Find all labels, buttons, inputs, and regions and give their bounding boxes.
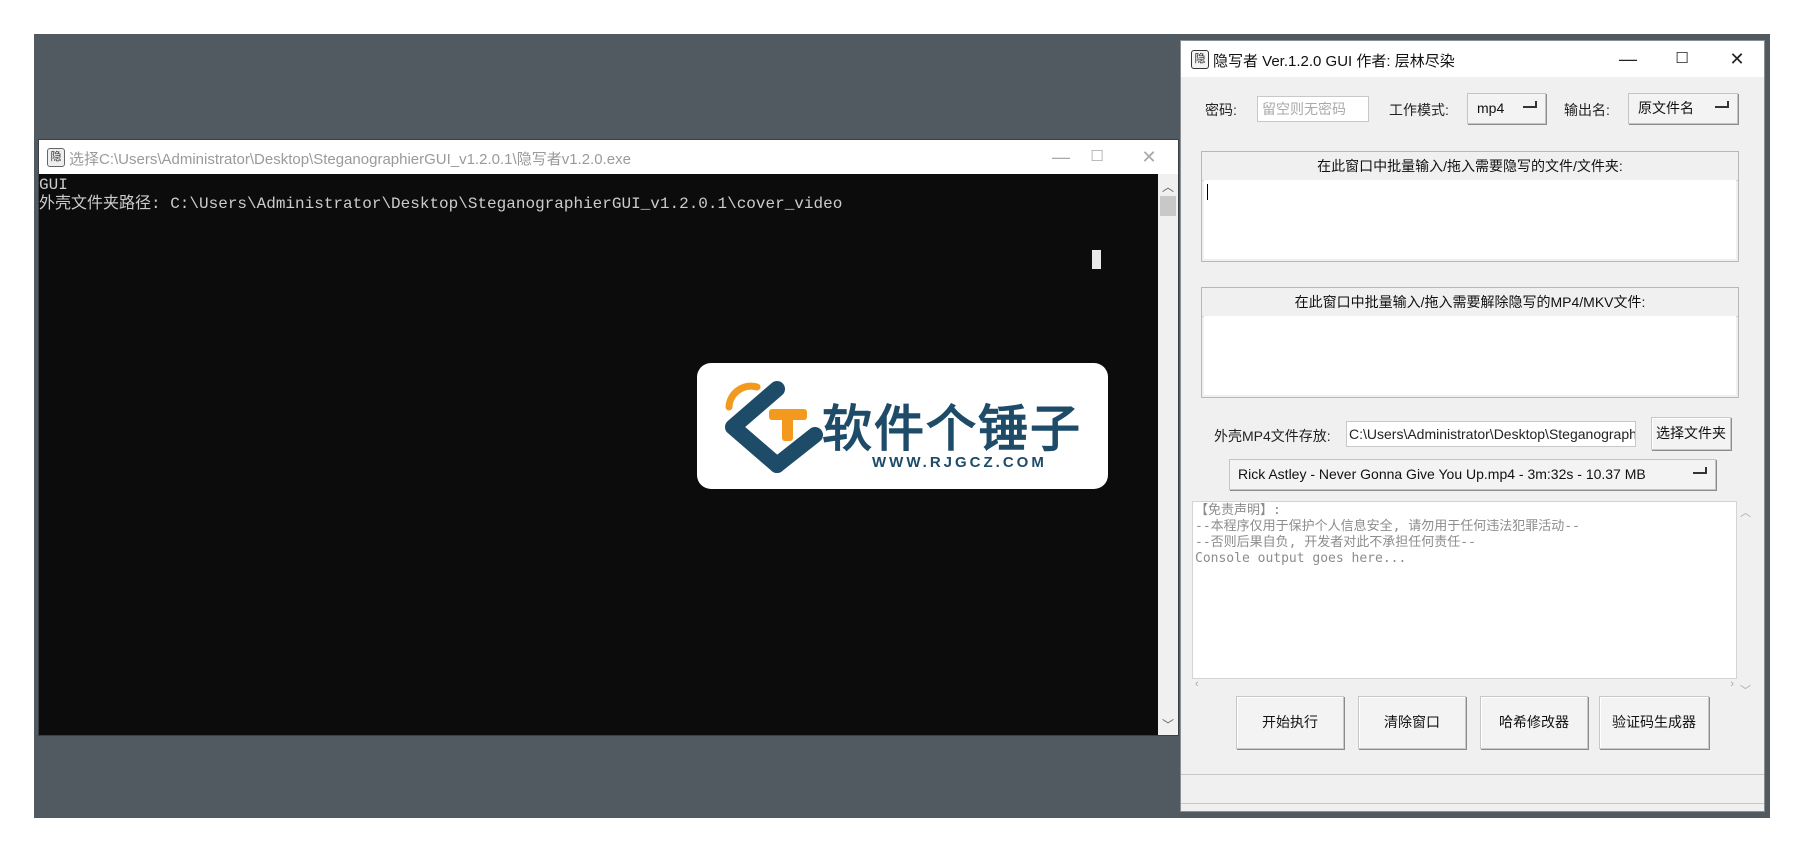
scroll-up-icon[interactable]: ︿: [1740, 504, 1751, 520]
log-line: 【免责声明】:: [1195, 503, 1281, 518]
log-line: Console output goes here...: [1195, 551, 1407, 566]
output-name-label: 输出名:: [1564, 102, 1610, 118]
hash-modifier-button[interactable]: 哈希修改器: [1480, 696, 1588, 749]
log-output[interactable]: 【免责声明】: --本程序仅用于保护个人信息安全, 请勿用于任何违法犯罪活动--…: [1192, 501, 1751, 697]
app-icon: 隐: [47, 148, 65, 167]
clear-window-button[interactable]: 清除窗口: [1358, 696, 1466, 749]
watermark-name: 软件个锤子: [822, 400, 1082, 458]
rjgcz-logo-icon: [725, 381, 823, 473]
watermark-badge: 软件个锤子 WWW.RJGCZ.COM: [697, 363, 1108, 489]
steganographier-window: 隐 隐写者 Ver.1.2.0 GUI 作者: 层林尽染 — ☐ ✕ 密码: 留…: [1181, 41, 1764, 811]
log-line: --否则后果自负, 开发者对此不承担任何责任--: [1195, 535, 1476, 550]
console-line: GUI: [39, 176, 68, 194]
choose-folder-button[interactable]: 选择文件夹: [1651, 417, 1731, 450]
output-name-value: 原文件名: [1638, 100, 1694, 116]
cover-folder-label: 外壳MP4文件存放:: [1214, 428, 1331, 444]
reveal-files-header: 在此窗口中批量输入/拖入需要解除隐写的MP4/MKV文件:: [1202, 288, 1738, 317]
cover-file-value: Rick Astley - Never Gonna Give You Up.mp…: [1238, 466, 1646, 482]
log-line: --本程序仅用于保护个人信息安全, 请勿用于任何违法犯罪活动--: [1195, 519, 1580, 534]
close-icon[interactable]: ✕: [1122, 140, 1176, 174]
gui-titlebar[interactable]: 隐 隐写者 Ver.1.2.0 GUI 作者: 层林尽染 — ☐ ✕: [1181, 41, 1764, 77]
scroll-left-icon[interactable]: ‹: [1195, 678, 1199, 690]
scroll-down-icon[interactable]: ﹀: [1740, 682, 1751, 698]
console-titlebar[interactable]: 隐 选择C:\Users\Administrator\Desktop\Stega…: [39, 140, 1178, 174]
reveal-files-group: 在此窗口中批量输入/拖入需要解除隐写的MP4/MKV文件:: [1201, 287, 1739, 398]
chevron-down-icon: [1523, 101, 1537, 108]
status-bar: [1181, 774, 1764, 804]
password-label: 密码:: [1205, 102, 1237, 118]
mode-label: 工作模式:: [1389, 102, 1449, 118]
start-button[interactable]: 开始执行: [1236, 696, 1344, 749]
hide-files-group: 在此窗口中批量输入/拖入需要隐写的文件/文件夹:: [1201, 151, 1739, 262]
log-vertical-scrollbar[interactable]: ︿ ﹀: [1737, 502, 1753, 697]
reveal-files-input[interactable]: [1204, 316, 1736, 395]
minimize-icon[interactable]: —: [1601, 41, 1655, 77]
output-name-select[interactable]: 原文件名: [1628, 93, 1738, 124]
log-horizontal-scrollbar[interactable]: ‹ ›: [1193, 678, 1738, 694]
gui-title: 隐写者 Ver.1.2.0 GUI 作者: 层林尽染: [1213, 53, 1455, 70]
scroll-up-icon[interactable]: ︿: [1158, 178, 1178, 195]
scroll-thumb[interactable]: [1160, 196, 1176, 216]
console-title: 选择C:\Users\Administrator\Desktop\Stegano…: [69, 151, 631, 168]
watermark-url: WWW.RJGCZ.COM: [872, 454, 1047, 471]
chevron-down-icon: [1693, 467, 1707, 474]
text-cursor: [1092, 250, 1101, 269]
mode-value: mp4: [1477, 100, 1505, 116]
close-icon[interactable]: ✕: [1710, 41, 1764, 77]
cover-file-select[interactable]: Rick Astley - Never Gonna Give You Up.mp…: [1229, 459, 1716, 490]
app-icon: 隐: [1191, 50, 1209, 69]
hide-files-header: 在此窗口中批量输入/拖入需要隐写的文件/文件夹:: [1202, 152, 1738, 181]
console-scrollbar[interactable]: ︿ ﹀: [1158, 174, 1178, 735]
scroll-right-icon[interactable]: ›: [1730, 678, 1734, 690]
text-caret: [1207, 184, 1208, 200]
maximize-icon[interactable]: ☐: [1070, 140, 1124, 174]
cover-folder-path[interactable]: C:\Users\Administrator\Desktop\Steganogr…: [1346, 421, 1636, 447]
scroll-down-icon[interactable]: ﹀: [1158, 716, 1178, 733]
console-line: 外壳文件夹路径: C:\Users\Administrator\Desktop\…: [39, 195, 843, 213]
captcha-generator-button[interactable]: 验证码生成器: [1599, 696, 1709, 749]
password-field[interactable]: 留空则无密码: [1257, 96, 1369, 122]
log-lines: 【免责声明】: --本程序仅用于保护个人信息安全, 请勿用于任何违法犯罪活动--…: [1195, 503, 1580, 567]
hide-files-input[interactable]: [1204, 180, 1736, 259]
mode-select[interactable]: mp4: [1467, 93, 1546, 124]
maximize-icon[interactable]: ☐: [1655, 41, 1709, 77]
chevron-down-icon: [1715, 101, 1729, 108]
